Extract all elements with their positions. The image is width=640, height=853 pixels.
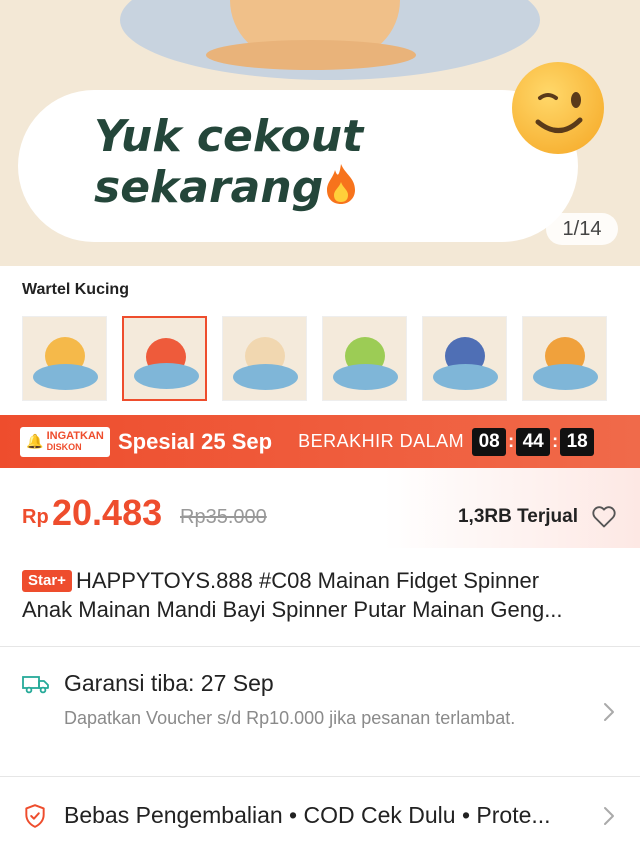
wink-emoji-icon bbox=[512, 62, 604, 154]
product-title-text: HAPPYTOYS.888 #C08 Mainan Fidget Spinner bbox=[75, 568, 540, 593]
variant-thumbnail[interactable] bbox=[22, 316, 107, 401]
countdown-minutes: 44 bbox=[516, 427, 551, 456]
banner-text: Yuk cekout sekarang bbox=[94, 112, 363, 213]
banner-text-line: sekarang bbox=[94, 162, 363, 213]
remind-discount-button[interactable]: 🔔 INGATKAN DISKON bbox=[20, 426, 110, 457]
variant-base bbox=[134, 363, 199, 389]
product-image-part bbox=[206, 40, 416, 70]
product-title-line2: Anak Mainan Mandi Bayi Spinner Putar Mai… bbox=[22, 597, 563, 622]
bell-icon: 🔔 bbox=[26, 433, 44, 449]
fire-icon bbox=[323, 162, 359, 204]
variant-base bbox=[233, 364, 298, 390]
truck-icon bbox=[22, 674, 50, 694]
price-currency: Rp bbox=[22, 506, 49, 528]
remind-badge-line1: INGATKAN bbox=[46, 429, 104, 442]
divider bbox=[0, 776, 640, 777]
product-title-line1: Star+ HAPPYTOYS.888 #C08 Mainan Fidget Sp… bbox=[22, 566, 622, 595]
variant-thumbnails bbox=[22, 316, 607, 401]
returns-text: Bebas Pengembalian • COD Cek Dulu • Prot… bbox=[64, 802, 551, 828]
current-price: 20.483 bbox=[52, 492, 163, 533]
variant-thumbnail-selected[interactable] bbox=[122, 316, 207, 401]
sold-count: 1,3RB Terjual bbox=[457, 506, 578, 527]
image-counter: 1/14 bbox=[546, 213, 618, 245]
heart-icon[interactable] bbox=[590, 502, 618, 530]
remind-badge-line2: DISKON bbox=[46, 441, 82, 452]
banner-text-line: Yuk cekout bbox=[94, 111, 364, 162]
price-section: Rp 20.483 Rp35.000 1,3RB Terjual bbox=[0, 468, 640, 548]
variant-base bbox=[533, 364, 598, 390]
countdown-separator: : bbox=[552, 431, 559, 451]
shipping-subtitle: Dapatkan Voucher s/d Rp10.000 jika pesan… bbox=[64, 708, 516, 728]
variant-thumbnail[interactable] bbox=[422, 316, 507, 401]
variant-thumbnail[interactable] bbox=[322, 316, 407, 401]
flash-sale-bar[interactable]: 🔔 INGATKAN DISKON Spesial 25 Sep BERAKHI… bbox=[0, 415, 640, 468]
variant-thumbnail[interactable] bbox=[222, 316, 307, 401]
countdown-separator: : bbox=[508, 431, 515, 451]
shield-icon bbox=[22, 803, 48, 829]
divider bbox=[0, 646, 640, 647]
promo-title: Spesial 25 Sep bbox=[118, 428, 273, 454]
product-title: Star+ HAPPYTOYS.888 #C08 Mainan Fidget Sp… bbox=[22, 566, 622, 624]
original-price: Rp35.000 bbox=[180, 506, 267, 528]
star-plus-badge: Star+ bbox=[22, 570, 72, 592]
variant-base bbox=[433, 364, 498, 390]
variant-base bbox=[33, 364, 98, 390]
countdown-hours: 08 bbox=[472, 427, 507, 456]
variant-group-label: Wartel Kucing bbox=[22, 281, 129, 298]
shipping-title: Garansi tiba: 27 Sep bbox=[64, 670, 274, 696]
countdown-timer: 08 : 44 : 18 bbox=[472, 427, 595, 456]
variant-base bbox=[333, 364, 398, 390]
product-image-carousel[interactable]: Yuk cekout sekarang 1/14 bbox=[0, 0, 640, 266]
countdown-seconds: 18 bbox=[560, 427, 595, 456]
chevron-right-icon bbox=[602, 805, 616, 827]
chevron-right-icon bbox=[602, 701, 616, 723]
variant-thumbnail[interactable] bbox=[522, 316, 607, 401]
promo-ends-label: BERAKHIR DALAM bbox=[298, 431, 465, 451]
